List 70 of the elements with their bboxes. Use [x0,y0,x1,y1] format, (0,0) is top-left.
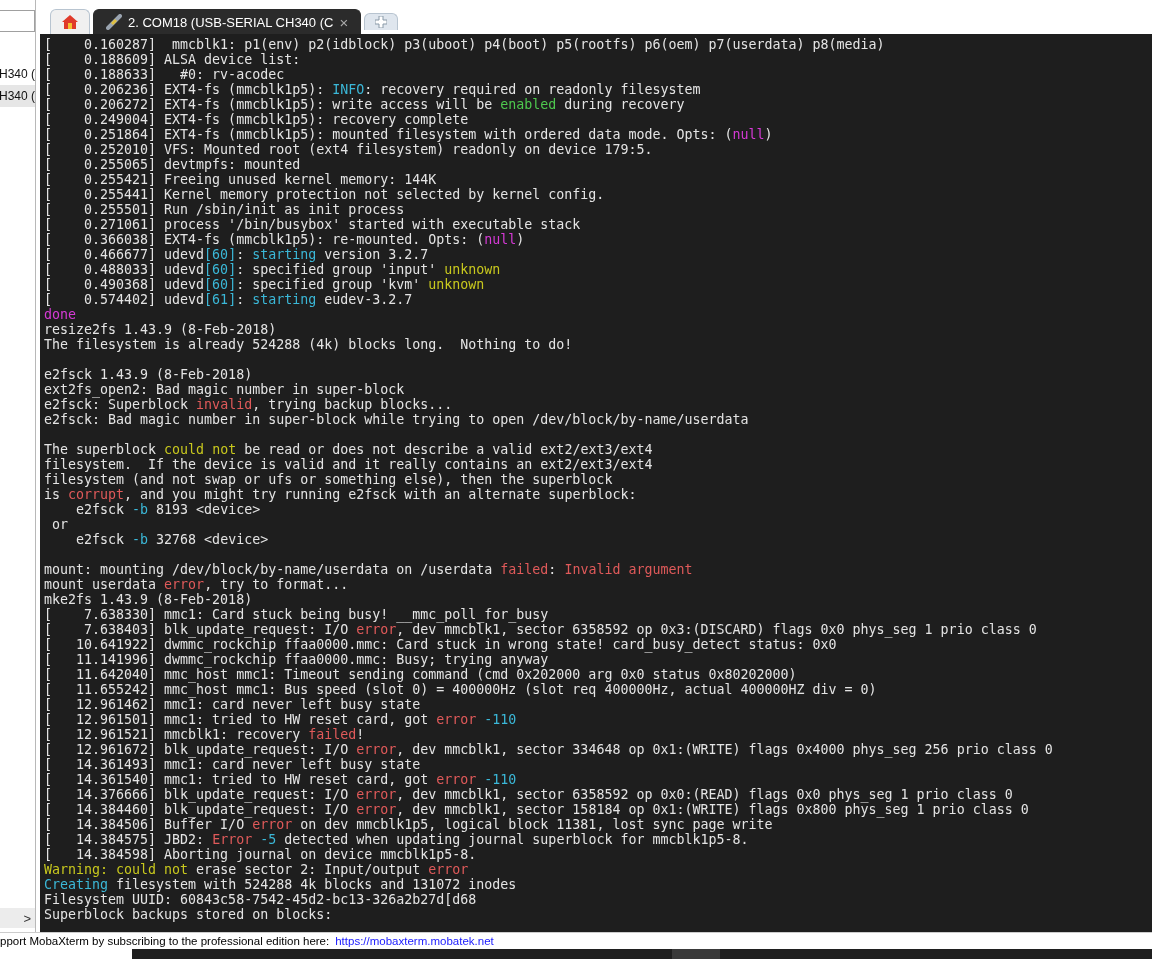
terminal-line: Creating filesystem with 524288 4k blocks and 131072 inodes [44,877,518,892]
terminal-line: mke2fs 1.43.9 (8-Feb-2018) [44,592,254,607]
search-field[interactable] [0,10,35,32]
terminal-line: e2fsck -b 8193 <device> [75,502,262,517]
terminal-line: or [51,517,70,532]
terminal-line: Filesystem UUID: 60843c58-7542-45d2-bc13-326a2b27d[d68 [44,892,478,907]
serial-plug-icon [106,14,122,30]
terminal-line: [ 14.384460] blk_update_request: I/O error, dev mmcblk1, sector 158184 op 0x1:(WRITE) flags 0x800 phys_seg 1 prio class 0 [44,802,1030,817]
terminal-line: [ 12.961462] mmc1: card never left busy state [44,697,422,712]
home-tab[interactable] [50,9,90,34]
terminal-line: e2fsck -b 32768 <device> [75,532,270,547]
terminal-line: [ 0.188633] #0: rv-acodec [44,67,286,82]
terminal-line: [ 0.188609] ALSA device list: [44,52,302,67]
terminal-line: [ 0.252010] VFS: Mounted root (ext4 filesystem) readonly on device 179:5. [44,142,654,157]
terminal-line: [ 0.255441] Kernel memory protection not selected by kernel config. [44,187,606,202]
terminal-line: ext2fs_open2: Bad magic number in super-block [44,382,405,397]
terminal-line: [ 12.961521] mmcblk1: recovery failed! [44,727,366,742]
terminal-line: mount userdata error, try to format... [44,577,350,592]
terminal-line: [ 0.488033] udevd[60]: specified group 'input' unknown [44,262,502,277]
terminal-line: [ 0.271061] process '/bin/busybox' started with executable stack [44,217,582,232]
terminal-line: [ 0.206272] EXT4-fs (mmcblk1p5): write access will be enabled during recovery [44,97,686,112]
terminal-line: [ 12.961501] mmc1: tried to HW reset card, got error -110 [44,712,518,727]
close-tab-button[interactable]: × [339,13,349,31]
terminal-line: [ 14.384506] Buffer I/O error on dev mmcblk1p5, logical block 11381, lost sync page write [44,817,774,832]
terminal-line: [ 0.490368] udevd[60]: specified group 'kvm' unknown [44,277,486,292]
terminal-line: is corrupt, and you might try running e2fsck with an alternate superblock: [44,487,638,502]
terminal-line: Warning: could not erase sector 2: Input/output error [44,862,470,877]
terminal-line: done [44,307,78,322]
terminal-line: [ 12.961672] blk_update_request: I/O error, dev mmcblk1, sector 334648 op 0x1:(WRITE) flags 0x4000 phys_seg 256 prio class 0 [44,742,1054,757]
terminal-line: [ 0.466677] udevd[60]: starting version 3.2.7 [44,247,430,262]
terminal-line: [ 0.251864] EXT4-fs (mmcblk1p5): mounted filesystem with ordered data mode. Opts: (null) [44,127,774,142]
terminal-line: resize2fs 1.43.9 (8-Feb-2018) [44,322,278,337]
terminal-line: [ 0.206236] EXT4-fs (mmcblk1p5): INFO: recovery required on readonly filesystem [44,82,702,97]
session-item[interactable]: H340 ( [0,85,35,107]
terminal-line: [ 7.638403] blk_update_request: I/O error, dev mmcblk1, sector 6358592 op 0x3:(DISCARD) flags 0x0 phys_seg 1 prio class 0 [44,622,1038,637]
terminal-line: mount: mounting /dev/block/by-name/userdata on /userdata failed: Invalid argument [44,561,694,577]
terminal-line: [ 14.361493] mmc1: card never left busy state [44,757,422,772]
terminal-line: [ 0.574402] udevd[61]: starting eudev-3.2.7 [44,292,414,307]
scroll-right-button[interactable]: > [0,908,35,928]
website-link[interactable]: https://mobaxterm.mobatek.net [335,935,494,947]
terminal-line: filesystem. If the device is valid and it really contains an ext2/ext3/ext4 [44,457,654,472]
tab-title: 2. COM18 (USB-SERIAL CH340 (C [128,14,334,30]
terminal-line: [ 0.255501] Run /sbin/init as init process [44,202,406,217]
terminal-line: [ 14.384575] JBD2: Error -5 detected when updating journal superblock for mmcblk1p5-8. [44,832,750,847]
terminal-line: [ 0.255065] devtmpfs: mounted [44,157,302,172]
terminal-line: The superblock could not be read or does not describe a valid ext2/ext3/ext4 [44,441,654,457]
plus-icon [375,16,388,28]
terminal-line: [ 11.655242] mmc_host mmc1: Bus speed (slot 0) = 400000Hz (slot req 400000Hz, actual 400000HZ div = 0) [44,682,878,697]
new-tab-button[interactable] [364,13,399,30]
terminal-line: [ 11.642040] mmc_host mmc1: Timeout sending command (cmd 0x202000 arg 0x0 status 0x80202000) [44,667,798,682]
terminal-line: filesystem (and not swap or ufs or something else), then the superblock [44,472,614,487]
terminal-line: [ 14.361540] mmc1: tried to HW reset card, got error -110 [44,772,518,787]
home-icon [61,14,79,30]
terminal-line: The filesystem is already 524288 (4k) blocks long. Nothing to do! [44,337,574,352]
session-item[interactable]: H340 ( [0,63,35,85]
session-tab[interactable]: 2. COM18 (USB-SERIAL CH340 (C × [93,9,362,34]
terminal-line: [ 0.255421] Freeing unused kernel memory: 144K [44,172,438,187]
terminal-line: e2fsck 1.43.9 (8-Feb-2018) [44,366,254,382]
terminal-line: [ 7.638330] mmc1: Card stuck being busy! __mmc_poll_for_busy [44,607,550,622]
terminal-line: [ 14.384598] Aborting journal on device mmcblk1p5-8. [44,847,478,862]
terminal-line: [ 14.376666] blk_update_request: I/O error, dev mmcblk1, sector 6358592 op 0x0:(READ) flags 0x0 phys_seg 1 prio class 0 [44,787,1014,802]
terminal-line: e2fsck: Superblock invalid, trying backup blocks... [44,397,454,412]
terminal-line: [ 10.641922] dwmmc_rockchip ffaa0000.mmc: Card stuck in wrong state! card_busy_detect status: 0x0 [44,637,838,652]
terminal-line: [ 0.249004] EXT4-fs (mmcblk1p5): recovery complete [44,112,470,127]
terminal-line: [ 0.366038] EXT4-fs (mmcblk1p5): re-mounted. Opts: (null) [44,232,526,247]
terminal-line: Superblock backups stored on blocks: [44,907,334,922]
status-message: pport MobaXterm by subscribing to the professional edition here: [0,935,330,947]
terminal-line: e2fsck: Bad magic number in super-block while trying to open /dev/block/by-name/userdata [44,412,750,427]
terminal-line: [ 0.160287] mmcblk1: p1(env) p2(idblock) p3(uboot) p4(boot) p5(rootfs) p6(oem) p7(userdata) p8(media) [44,37,886,52]
terminal-line: [ 11.141996] dwmmc_rockchip ffaa0000.mmc: Busy; trying anyway [44,652,550,667]
